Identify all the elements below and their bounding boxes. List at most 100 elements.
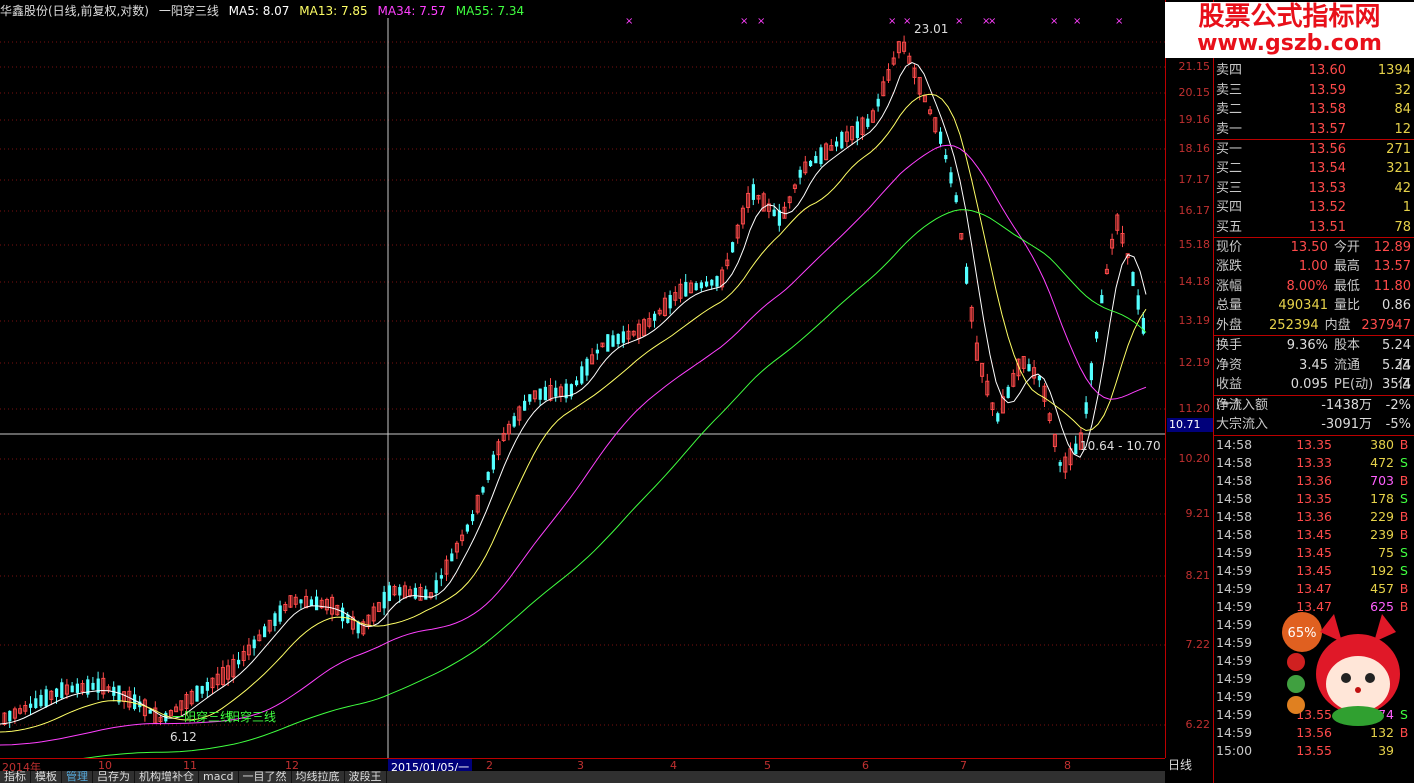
tab-item[interactable]: 吕存为 xyxy=(93,771,135,783)
quote-value: 252394 xyxy=(1269,317,1319,333)
candle-down xyxy=(299,599,303,604)
candle-down xyxy=(309,599,313,607)
signal-marker: × xyxy=(1050,16,1058,27)
candle-down xyxy=(819,147,823,165)
tick-price: 13.35 xyxy=(1296,436,1332,452)
buy-price: 13.51 xyxy=(1308,219,1346,235)
candlestick-chart[interactable]: × × × × × × × × × × × 23.01 6.12 10.64 - 10.70 一阳穿三线 阳穿… xyxy=(0,0,1165,758)
flow-row: 大宗流入 -3091万 -5% xyxy=(1214,415,1414,435)
buy-volume: 42 xyxy=(1394,180,1411,196)
buy-price: 13.56 xyxy=(1308,141,1346,157)
tick-volume: 75 xyxy=(1378,544,1394,560)
candle-down xyxy=(876,98,880,107)
stat-value: 35.4 xyxy=(1382,377,1411,393)
tick-time: 14:58 xyxy=(1216,508,1253,524)
tab-item[interactable]: 均线拉底 xyxy=(292,771,345,783)
tick-direction: S xyxy=(1400,562,1408,578)
tick-price: 13.33 xyxy=(1296,454,1332,470)
buy-row: 买三 13.53 42 xyxy=(1214,179,1414,198)
quote-value: 8.00% xyxy=(1286,278,1328,294)
tick-volume: 457 xyxy=(1370,580,1394,596)
tab-item[interactable]: 机构增补仓 xyxy=(135,771,199,783)
candle-down xyxy=(44,689,48,707)
candle-down xyxy=(278,605,282,622)
candle-down xyxy=(29,703,33,708)
buy-price: 13.53 xyxy=(1308,180,1346,196)
quote-value: 490341 xyxy=(1278,298,1328,314)
tick-price: 13.45 xyxy=(1296,544,1332,560)
quote-value: 0.86 xyxy=(1382,298,1411,314)
tab-item[interactable]: 波段王 xyxy=(345,771,387,783)
candle-down xyxy=(1136,295,1140,310)
candles xyxy=(2,35,1145,728)
sell-level-label: 卖二 xyxy=(1216,102,1243,118)
candle-down xyxy=(866,118,870,127)
buy-volume: 1 xyxy=(1402,200,1411,216)
candle-down xyxy=(263,626,267,638)
quote-value: 13.50 xyxy=(1290,239,1328,255)
settings-icon[interactable] xyxy=(1287,696,1305,714)
stat-value: 5.24亿 xyxy=(1382,357,1411,393)
tick-price: 13.36 xyxy=(1296,508,1332,524)
stat-value: 9.36% xyxy=(1286,338,1328,354)
candle-down xyxy=(814,155,818,164)
record-icon[interactable] xyxy=(1287,653,1305,671)
candle-down xyxy=(715,276,719,287)
tick-direction: B xyxy=(1399,526,1409,542)
quote-value: 13.57 xyxy=(1373,259,1411,275)
tick-time: 14:58 xyxy=(1216,472,1253,488)
tab-item[interactable]: 管理 xyxy=(62,771,93,783)
candle-down xyxy=(840,131,844,149)
candle-down xyxy=(580,366,584,384)
chart-canvas[interactable]: × × × × × × ×× × × ×23.016.1210.64 - 10.70一阳穿三线阳穿… xyxy=(0,0,1165,758)
signal-marker: × xyxy=(903,16,911,27)
period-label[interactable]: 日线 xyxy=(1168,756,1192,773)
candle-down xyxy=(705,281,709,287)
quote-row: 现价 13.50 今开 12.89 xyxy=(1214,238,1414,258)
tick-time: 14:59 xyxy=(1216,562,1253,578)
tab-item[interactable]: macd xyxy=(199,771,239,783)
tick-volume: 39 xyxy=(1378,742,1394,758)
quote-row: 总量 490341 量比 0.86 xyxy=(1214,296,1414,316)
candle-down xyxy=(585,358,589,376)
tab-item[interactable]: 模板 xyxy=(31,771,62,783)
buy-level-label: 买二 xyxy=(1216,161,1243,177)
tab-item[interactable]: 指标 xyxy=(0,771,31,783)
candle-down xyxy=(710,279,714,286)
candle-down xyxy=(772,209,776,217)
sell-price: 13.60 xyxy=(1308,63,1346,79)
sell-volume: 32 xyxy=(1394,82,1411,98)
candle-down xyxy=(200,685,204,694)
candle-down xyxy=(595,349,599,354)
candle-down xyxy=(699,282,703,289)
tick-volume: 380 xyxy=(1370,436,1394,452)
mascot-widget[interactable]: 65% xyxy=(1278,612,1408,730)
candle-down xyxy=(465,524,469,532)
candle-down xyxy=(1084,402,1088,414)
signal-marker: × xyxy=(988,16,996,27)
ma55-line xyxy=(83,209,1147,758)
watermark-logo: 股票公式指标网 www.gszb.com xyxy=(1165,2,1414,58)
candle-down xyxy=(1100,295,1104,304)
candle-down xyxy=(75,683,79,693)
quote-key: 总量 xyxy=(1216,298,1243,314)
candle-down xyxy=(621,331,625,343)
price-tick: 15.18 xyxy=(1178,238,1211,251)
signal-marker: × xyxy=(740,16,748,27)
tick-time: 14:58 xyxy=(1216,436,1253,452)
price-tick: 10.20 xyxy=(1178,452,1211,465)
tick-time: 14:59 xyxy=(1216,652,1253,668)
signal-label: 阳穿三线 xyxy=(228,709,276,724)
candle-down xyxy=(195,685,199,702)
price-tick: 18.16 xyxy=(1178,142,1211,155)
tick-time: 14:59 xyxy=(1216,724,1253,740)
buy-row: 买一 13.56 271 xyxy=(1214,140,1414,159)
candle-down xyxy=(1131,272,1135,287)
leaf-icon[interactable] xyxy=(1287,675,1305,693)
indicator-name: 一阳穿三线 xyxy=(158,4,219,18)
tick-time: 14:59 xyxy=(1216,670,1253,686)
sell-level-label: 卖一 xyxy=(1216,121,1243,137)
quote-row: 涨跌 1.00 最高 13.57 xyxy=(1214,257,1414,277)
quote-key: 今开 xyxy=(1333,239,1360,255)
tab-item[interactable]: 一目了然 xyxy=(239,771,292,783)
